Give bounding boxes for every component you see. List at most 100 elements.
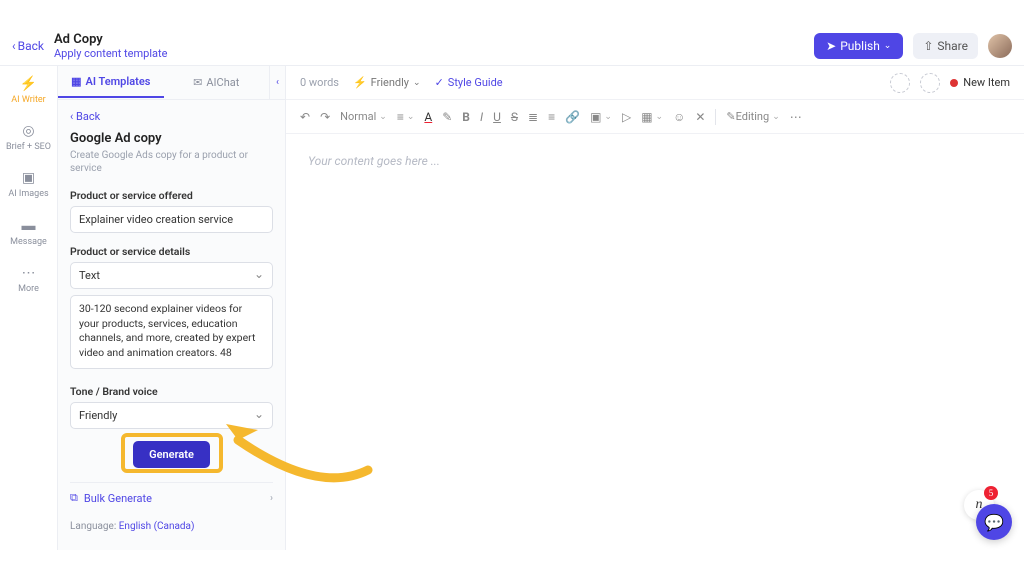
more-icon: ⋯: [21, 265, 35, 281]
chevron-down-icon: ⌄: [379, 112, 387, 122]
bulk-generate-button[interactable]: ⧉ Bulk Generate ›: [70, 482, 273, 513]
strike-button[interactable]: S: [511, 110, 518, 124]
nav-label: Message: [10, 237, 47, 247]
avatar[interactable]: [988, 34, 1012, 58]
tone-value: Friendly: [371, 76, 409, 89]
panel-back-label: Back: [76, 110, 100, 123]
editor-canvas[interactable]: Your content goes here ...: [286, 134, 1024, 550]
tab-label: AI Templates: [85, 75, 150, 88]
share-label: Share: [937, 39, 968, 53]
chevron-left-icon: ‹: [12, 39, 16, 53]
field-details-label: Product or service details: [70, 245, 273, 258]
field-details-type-select[interactable]: Text: [70, 262, 273, 289]
chat-icon: ✉: [193, 76, 202, 89]
style-guide-link[interactable]: ✓ Style Guide: [435, 76, 503, 89]
new-item-label: New Item: [963, 76, 1010, 89]
chevron-down-icon: ⌄: [884, 41, 892, 51]
left-nav: ⚡ AI Writer ◎ Brief + SEO ▣ AI Images ▬ …: [0, 66, 58, 550]
tab-ai-templates[interactable]: ▦ AI Templates: [58, 67, 164, 98]
status-dot-icon: [950, 79, 958, 87]
template-description: Create Google Ads copy for a product or …: [70, 149, 273, 175]
chevron-left-icon: ‹: [276, 77, 279, 88]
field-product-label: Product or service offered: [70, 189, 273, 202]
collab-slot-2[interactable]: [920, 73, 940, 93]
collab-slot-1[interactable]: [890, 73, 910, 93]
image-icon: ▣: [22, 170, 35, 186]
nav-label: Brief + SEO: [6, 142, 51, 152]
nav-label: AI Writer: [11, 95, 45, 105]
body: ⚡ AI Writer ◎ Brief + SEO ▣ AI Images ▬ …: [0, 66, 1024, 550]
field-product-input[interactable]: [70, 206, 273, 233]
publish-button[interactable]: ➤ Publish ⌄: [814, 33, 903, 59]
publish-label: Publish: [840, 39, 880, 53]
share-button[interactable]: ⇧ Share: [913, 33, 978, 59]
chevron-down-icon: ⌄: [413, 78, 421, 88]
highlight-button[interactable]: ✎: [442, 110, 452, 124]
language-row: Language: English (Canada): [70, 513, 273, 532]
nav-ai-images[interactable]: ▣ AI Images: [8, 170, 48, 199]
page-subtitle-link[interactable]: Apply content template: [54, 47, 167, 60]
target-icon: ◎: [22, 123, 34, 139]
bolt-icon: ⚡: [353, 76, 367, 89]
language-label: Language:: [70, 521, 116, 532]
bolt-icon: ⚡: [20, 76, 37, 92]
back-label: Back: [18, 39, 44, 53]
video-button[interactable]: ▷: [622, 110, 631, 124]
format-select[interactable]: Normal ⌄: [340, 110, 387, 123]
bold-button[interactable]: B: [462, 110, 470, 124]
field-tone-select[interactable]: Friendly: [70, 402, 273, 429]
panel-body: ‹ Back Google Ad copy Create Google Ads …: [58, 100, 285, 550]
chat-icon: 💬: [984, 513, 1004, 532]
collapse-panel-button[interactable]: ‹: [269, 66, 285, 100]
tab-ai-chat[interactable]: ✉ AIChat: [164, 68, 270, 97]
undo-button[interactable]: ↶: [300, 110, 310, 124]
copy-icon: ⧉: [70, 491, 78, 505]
italic-button[interactable]: I: [480, 110, 483, 124]
chat-widget-button[interactable]: 💬: [976, 504, 1012, 540]
redo-button[interactable]: ↷: [320, 110, 330, 124]
editor-tone-select[interactable]: ⚡ Friendly ⌄: [353, 76, 421, 89]
text-color-button[interactable]: A: [424, 110, 432, 124]
grid-icon: ▦: [71, 75, 81, 88]
field-tone-label: Tone / Brand voice: [70, 385, 273, 398]
panel-back-button[interactable]: ‹ Back: [70, 110, 273, 123]
select-value: Friendly: [79, 409, 117, 422]
table-button[interactable]: ▦⌄: [641, 110, 663, 124]
clear-format-button[interactable]: ✕: [695, 110, 705, 124]
back-button[interactable]: ‹ Back: [12, 39, 44, 53]
editor-toolbar: ↶ ↷ Normal ⌄ ≡⌄ A ✎ B I U S ≣ ≡ 🔗 ▣⌄ ▷ ▦…: [286, 100, 1024, 134]
editor-placeholder: Your content goes here ...: [308, 154, 440, 168]
check-circle-icon: ✓: [435, 76, 444, 89]
language-value[interactable]: English (Canada): [119, 521, 195, 532]
nav-label: More: [18, 284, 39, 294]
side-panel: ▦ AI Templates ✉ AIChat ‹ ‹ Back Google …: [58, 66, 286, 550]
image-button[interactable]: ▣⌄: [590, 110, 612, 124]
bullet-list-button[interactable]: ≣: [528, 110, 538, 124]
nav-ai-writer[interactable]: ⚡ AI Writer: [11, 76, 45, 105]
panel-tabs: ▦ AI Templates ✉ AIChat ‹: [58, 66, 285, 100]
align-button[interactable]: ≡⌄: [397, 110, 415, 124]
nav-label: AI Images: [8, 189, 48, 199]
mode-select[interactable]: ✎ Editing ⌄: [726, 110, 779, 123]
nav-message[interactable]: ▬ Message: [10, 217, 47, 247]
format-value: Normal: [340, 110, 376, 123]
field-details-textarea[interactable]: [70, 295, 273, 369]
toolbar-more-button[interactable]: ⋯: [790, 110, 802, 124]
chevron-down-icon: ⌄: [656, 112, 664, 122]
emoji-button[interactable]: ☺: [673, 110, 685, 124]
generate-button[interactable]: Generate: [133, 441, 210, 468]
page-title: Ad Copy: [54, 32, 167, 47]
app-root: ‹ Back Ad Copy Apply content template ➤ …: [0, 26, 1024, 550]
editor-topbar-right: New Item: [890, 73, 1010, 93]
new-item-indicator[interactable]: New Item: [950, 76, 1010, 89]
topbar-right: ➤ Publish ⌄ ⇧ Share: [814, 33, 1012, 59]
link-button[interactable]: 🔗: [565, 110, 580, 124]
underline-button[interactable]: U: [493, 110, 501, 124]
nav-more[interactable]: ⋯ More: [18, 265, 39, 294]
bulk-label: Bulk Generate: [84, 492, 152, 505]
number-list-button[interactable]: ≡: [548, 110, 555, 124]
chevron-down-icon: ⌄: [772, 112, 780, 122]
upload-icon: ⇧: [923, 39, 933, 53]
tab-label: AIChat: [206, 76, 239, 89]
nav-brief-seo[interactable]: ◎ Brief + SEO: [6, 123, 51, 152]
